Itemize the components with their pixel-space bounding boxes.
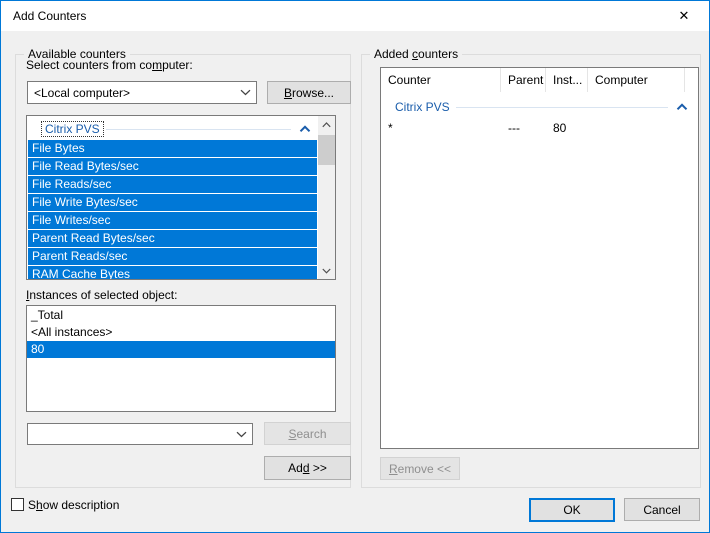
select-computer-label: Select counters from computer: — [26, 58, 193, 72]
instances-label: Instances of selected object: — [26, 288, 177, 302]
computer-combobox[interactable]: <Local computer> — [27, 81, 257, 104]
counter-item[interactable]: File Writes/sec — [28, 212, 317, 229]
added-counters-table[interactable]: Counter Parent Inst... Computer Citrix P… — [380, 67, 699, 449]
scroll-up-icon[interactable] — [318, 116, 335, 133]
cell-instance: 80 — [546, 119, 588, 137]
counters-list-scrollbar[interactable] — [318, 116, 335, 279]
search-combobox[interactable] — [27, 423, 253, 445]
counter-object-name: Citrix PVS — [41, 121, 104, 137]
available-counters-list[interactable]: Citrix PVS File Bytes File Read Bytes/se… — [26, 115, 336, 280]
chevron-down-icon — [230, 431, 252, 438]
counter-item[interactable]: RAM Cache Bytes — [28, 266, 317, 280]
counter-item[interactable]: File Reads/sec — [28, 176, 317, 193]
title-bar: Add Counters ✕ — [1, 1, 709, 31]
added-counters-group: Added counters Counter Parent Inst... Co… — [361, 54, 701, 488]
instance-item[interactable]: <All instances> — [27, 324, 335, 341]
available-counters-group: Available counters Select counters from … — [15, 54, 351, 488]
instance-item[interactable]: _Total — [27, 307, 335, 324]
show-description-checkbox[interactable] — [11, 498, 24, 511]
counter-item[interactable]: File Bytes — [28, 140, 317, 157]
added-group-row[interactable]: Citrix PVS — [381, 97, 698, 117]
search-button: Search — [264, 422, 351, 445]
object-header-rule — [106, 129, 291, 130]
counter-item[interactable]: Parent Read Bytes/sec — [28, 230, 317, 247]
cell-counter: * — [381, 119, 501, 137]
column-header-parent[interactable]: Parent — [501, 68, 546, 92]
counter-item[interactable]: Parent Reads/sec — [28, 248, 317, 265]
table-header-row: Counter Parent Inst... Computer — [381, 68, 698, 92]
ok-button[interactable]: OK — [529, 498, 615, 522]
add-button[interactable]: Add >> — [264, 456, 351, 480]
counter-object-header[interactable]: Citrix PVS — [27, 116, 335, 140]
added-counter-row[interactable]: * --- 80 — [381, 119, 698, 137]
instance-item-selected[interactable]: 80 — [27, 341, 335, 358]
added-group-rule — [456, 107, 668, 108]
cancel-button[interactable]: Cancel — [624, 498, 700, 521]
counter-item[interactable]: File Write Bytes/sec — [28, 194, 317, 211]
column-header-instance[interactable]: Inst... — [546, 68, 588, 92]
scrollbar-thumb[interactable] — [318, 135, 335, 165]
collapse-chevron-icon[interactable] — [299, 125, 311, 133]
column-header-counter[interactable]: Counter — [381, 68, 501, 92]
added-group-name: Citrix PVS — [395, 100, 450, 114]
remove-button: Remove << — [380, 457, 460, 480]
cell-parent: --- — [501, 119, 546, 137]
collapse-chevron-icon[interactable] — [676, 103, 688, 111]
added-counters-group-label: Added counters — [370, 47, 462, 61]
close-button[interactable]: ✕ — [669, 6, 699, 26]
cell-computer — [588, 119, 685, 137]
add-counters-dialog: Add Counters ✕ Available counters Select… — [0, 0, 710, 533]
instances-list[interactable]: _Total <All instances> 80 — [26, 305, 336, 412]
counter-item[interactable]: File Read Bytes/sec — [28, 158, 317, 175]
window-title: Add Counters — [13, 9, 86, 23]
scroll-down-icon[interactable] — [318, 262, 335, 279]
chevron-down-icon — [234, 89, 256, 96]
show-description-label: Show description — [28, 498, 119, 512]
browse-button[interactable]: Browse... — [267, 81, 351, 104]
close-icon: ✕ — [679, 8, 690, 23]
computer-combobox-value: <Local computer> — [28, 86, 234, 100]
column-header-computer[interactable]: Computer — [588, 68, 685, 92]
